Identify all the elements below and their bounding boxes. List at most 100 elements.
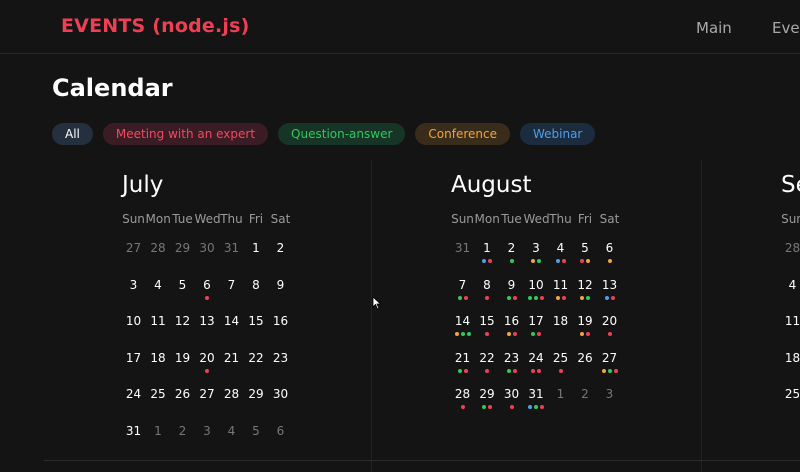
event-dots [528,405,544,410]
calendar-day[interactable]: 16 [268,314,293,328]
calendar-day[interactable]: 29 [475,387,500,401]
calendar-day[interactable]: 4 [780,278,800,292]
calendar-day[interactable]: 24 [121,387,146,401]
weekday-label: Tue [172,212,193,226]
calendar-day[interactable]: 15 [244,314,269,328]
calendar-day[interactable]: 22 [244,351,269,365]
calendar-day: 27 [125,241,142,255]
calendar-day[interactable]: 18 [146,351,171,365]
calendar-day[interactable]: 9 [499,278,524,292]
calendar-day[interactable]: 13 [597,278,622,292]
qa-event-dot [586,295,590,300]
calendar-day[interactable]: 5 [170,278,195,292]
nav-events[interactable]: Ever [772,19,800,37]
filter-question-answer[interactable]: Question-answer [278,123,406,145]
calendar-day[interactable]: 26 [170,387,195,401]
event-dots [482,405,492,410]
calendar-day[interactable]: 13 [195,314,220,328]
calendar-day[interactable]: 14 [219,314,244,328]
nav-main[interactable]: Main [696,19,732,37]
calendar-day[interactable]: 4 [548,241,573,255]
event-dots [457,368,468,374]
calendar-day: 31 [223,241,240,255]
calendar-day[interactable]: 12 [573,278,598,292]
calendar-day[interactable]: 19 [573,314,598,328]
calendar-day[interactable]: 1 [244,241,269,255]
calendar-day: 1 [556,387,565,401]
filter-webinar[interactable]: Webinar [519,123,596,145]
calendar-day[interactable]: 4 [146,278,171,292]
meet-event-dot [485,332,489,336]
calendar-day[interactable]: 1 [475,241,500,255]
calendar-day[interactable]: 27 [195,387,220,401]
calendar-day[interactable]: 23 [268,351,293,365]
calendar-day[interactable]: 3 [524,241,549,255]
meet-event-dot [558,368,563,373]
calendar-day[interactable]: 11 [780,314,800,328]
calendar-day[interactable]: 25 [548,351,573,365]
weekday-label: Fri [577,212,593,226]
calendar-day[interactable]: 7 [450,278,475,292]
calendar-day[interactable]: 18 [780,351,800,365]
calendar-day[interactable]: 11 [548,278,573,292]
event-dots [607,259,612,264]
calendar-day[interactable]: 25 [146,387,171,401]
meet-event-dot [512,368,517,373]
calendar-day: 6 [276,423,285,438]
app-title[interactable]: EVENTS (node.js) [61,15,250,37]
calendar-day[interactable]: 31 [524,387,549,401]
conf-event-dot [586,259,590,263]
filter-all[interactable]: All [52,123,93,145]
calendar-day[interactable]: 10 [524,278,549,292]
calendar-day[interactable]: 26 [573,351,598,365]
calendar-day[interactable]: 5 [573,241,598,255]
calendar-day[interactable]: 14 [450,314,475,328]
qa-event-dot [457,368,462,373]
meet-event-dot [485,368,489,373]
calendar-day[interactable]: 6 [195,278,220,292]
filter-meeting-with-expert[interactable]: Meeting with an expert [102,123,269,145]
calendar-day[interactable]: 10 [121,314,146,328]
calendar-day[interactable]: 29 [244,387,269,401]
weekday-label: Sun [781,212,800,226]
meet-event-dot [509,405,514,409]
calendar-day[interactable]: 2 [268,241,293,255]
calendar-day[interactable]: 18 [548,314,573,328]
event-dots [531,368,541,374]
calendar-day[interactable]: 25 [780,387,800,401]
calendar-day[interactable]: 21 [450,351,475,365]
calendar-day[interactable]: 24 [524,351,549,365]
calendar-day[interactable]: 30 [499,387,524,401]
calendar-day[interactable]: 31 [121,424,146,438]
calendar-day[interactable]: 21 [219,351,244,365]
calendar-day[interactable]: 12 [170,314,195,328]
calendar-day[interactable]: 17 [524,314,549,328]
weekday-label: Sun [451,212,474,226]
mouse-cursor-icon [372,296,382,310]
calendar-day[interactable]: 20 [195,351,220,365]
calendar-day[interactable]: 28 [450,387,475,401]
calendar-day[interactable]: 19 [170,351,195,365]
qa-event-dot [534,405,538,409]
calendar-day[interactable]: 22 [475,351,500,365]
calendar-day: 1 [154,423,162,438]
calendar-day[interactable]: 3 [121,278,146,292]
weekday-label: Fri [248,212,264,226]
calendar-day[interactable]: 2 [499,241,524,255]
calendar-day[interactable]: 11 [146,314,171,328]
calendar-day[interactable]: 20 [597,314,622,328]
calendar-day[interactable]: 23 [499,351,524,365]
calendar-day[interactable]: 6 [597,241,622,255]
calendar-day[interactable]: 28 [219,387,244,401]
calendar-day[interactable]: 27 [597,351,622,365]
calendar-day[interactable]: 7 [219,278,244,292]
calendar-day[interactable]: 8 [244,278,269,292]
calendar-day[interactable]: 16 [499,314,524,328]
calendar-day[interactable]: 17 [121,351,146,365]
calendar-day[interactable]: 9 [268,278,293,292]
calendar-day[interactable]: 15 [475,314,500,328]
calendar-day[interactable]: 30 [268,387,293,401]
qa-event-dot [506,295,511,300]
filter-conference[interactable]: Conference [415,123,510,145]
calendar-day[interactable]: 8 [475,278,500,292]
